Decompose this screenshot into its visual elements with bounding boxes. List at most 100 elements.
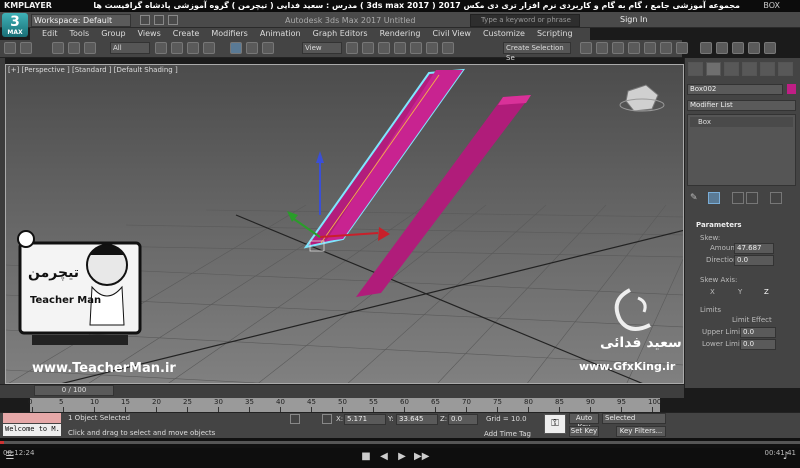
max-app-button[interactable]: 3 MAX — [2, 13, 28, 37]
select-scale-icon[interactable] — [262, 42, 274, 54]
window-crossing-icon[interactable] — [203, 42, 215, 54]
render-frame-icon[interactable] — [732, 42, 744, 54]
limit-effect-checkbox[interactable]: Limit Effect — [732, 316, 772, 324]
axis-z-radio[interactable]: Z — [764, 288, 769, 296]
player-volume-icon[interactable]: ♪ — [780, 451, 792, 463]
create-tab[interactable] — [688, 62, 703, 76]
skewed-box-object[interactable] — [356, 95, 531, 297]
z-coord-field[interactable]: 0.0 — [448, 414, 478, 425]
redo-icon[interactable] — [20, 42, 32, 54]
spinner-snap-icon[interactable] — [442, 42, 454, 54]
rectangle-select-icon[interactable] — [187, 42, 199, 54]
maxscript-listener[interactable]: Welcome to M. — [3, 424, 61, 436]
video-progress-track[interactable] — [0, 441, 800, 444]
unlink-icon[interactable] — [68, 42, 80, 54]
modifier-stack[interactable]: Box — [687, 114, 796, 186]
schematic-view-icon[interactable] — [676, 42, 688, 54]
curve-editor-icon[interactable] — [660, 42, 672, 54]
select-by-name-icon[interactable] — [171, 42, 183, 54]
angle-snap-icon[interactable] — [410, 42, 422, 54]
gizmo-x-arrow-icon[interactable] — [378, 227, 390, 241]
object-color-swatch[interactable] — [787, 84, 796, 94]
track-bar[interactable]: 0 5 10 15 20 25 30 35 40 45 50 55 60 65 70 75 80 85 90 95 10… — [28, 398, 661, 412]
percent-snap-icon[interactable] — [426, 42, 438, 54]
object-name-field[interactable]: Box002 — [687, 84, 783, 95]
render-icon[interactable] — [748, 42, 760, 54]
add-time-tag[interactable]: Add Time Tag — [484, 430, 531, 438]
player-stop-icon[interactable]: ■ — [360, 451, 372, 463]
modifier-list-dropdown[interactable]: Modifier List — [687, 100, 796, 111]
edit-named-sets-icon[interactable] — [580, 42, 592, 54]
bind-space-warp-icon[interactable] — [84, 42, 96, 54]
modify-tab[interactable] — [706, 62, 721, 76]
sign-in-link[interactable]: Sign In — [620, 15, 647, 24]
layer-explorer-icon[interactable] — [628, 42, 640, 54]
menu-civil-view[interactable]: Civil View — [432, 28, 471, 40]
player-play-icon[interactable]: ▶ — [396, 451, 408, 463]
menu-tools[interactable]: Tools — [70, 28, 90, 40]
hierarchy-tab[interactable] — [724, 62, 739, 76]
set-key-icon[interactable]: ⚿ — [544, 414, 566, 434]
modifier-stack-item[interactable]: Box — [690, 117, 793, 127]
menu-rendering[interactable]: Rendering — [380, 28, 421, 40]
material-editor-icon[interactable] — [700, 42, 712, 54]
select-move-icon[interactable] — [230, 42, 242, 54]
maxscript-mini-listener[interactable] — [3, 413, 61, 423]
absolute-mode-icon[interactable] — [322, 414, 332, 424]
link-icon[interactable] — [52, 42, 64, 54]
amount-spinner[interactable]: 47.687 — [734, 243, 774, 254]
direction-spinner[interactable]: 0.0 — [734, 255, 774, 266]
reference-coordinate-dropdown[interactable]: View — [302, 42, 342, 54]
player-settings-icon[interactable]: ☰ — [4, 451, 16, 463]
viewcube-icon[interactable] — [625, 84, 659, 112]
open-file-icon[interactable] — [154, 15, 164, 25]
player-next-icon[interactable]: ▶▶ — [414, 451, 429, 463]
menu-graph-editors[interactable]: Graph Editors — [313, 28, 368, 40]
make-unique-icon[interactable] — [732, 192, 744, 204]
selection-filter-dropdown[interactable]: All — [110, 42, 150, 54]
a360-icon[interactable] — [764, 42, 776, 54]
gizmo-z-arrow-icon[interactable] — [316, 151, 324, 163]
axis-y-radio[interactable]: Y — [738, 288, 742, 296]
menu-modifiers[interactable]: Modifiers — [211, 28, 248, 40]
save-file-icon[interactable] — [168, 15, 178, 25]
render-setup-icon[interactable] — [716, 42, 728, 54]
menu-views[interactable]: Views — [138, 28, 161, 40]
menu-animation[interactable]: Animation — [260, 28, 301, 40]
menu-group[interactable]: Group — [101, 28, 125, 40]
motion-tab[interactable] — [742, 62, 757, 76]
time-slider-frame[interactable]: 0 / 100 — [34, 385, 114, 396]
utilities-tab[interactable] — [778, 62, 793, 76]
menu-create[interactable]: Create — [173, 28, 200, 40]
select-rotate-icon[interactable] — [246, 42, 258, 54]
set-key-button[interactable]: Set Key — [569, 426, 599, 437]
snap-toggle-icon[interactable] — [394, 42, 406, 54]
show-end-result-icon[interactable] — [708, 192, 720, 204]
video-progress[interactable] — [0, 438, 800, 448]
display-tab[interactable] — [760, 62, 775, 76]
key-mode-dropdown[interactable]: Selected — [602, 413, 666, 424]
ribbon-icon[interactable] — [644, 42, 656, 54]
auto-key-button[interactable]: Auto Key — [569, 413, 599, 431]
key-filters-button[interactable]: Key Filters... — [616, 426, 666, 437]
parameters-rollout-header[interactable]: Parameters — [688, 221, 796, 230]
select-object-icon[interactable] — [155, 42, 167, 54]
gizmo-y-axis[interactable] — [290, 216, 321, 238]
keyboard-shortcut-icon[interactable] — [378, 42, 390, 54]
menu-scripting[interactable]: Scripting — [537, 28, 573, 40]
axis-x-radio[interactable]: X — [710, 288, 715, 296]
use-pivot-center-icon[interactable] — [346, 42, 358, 54]
mirror-icon[interactable] — [596, 42, 608, 54]
upper-limit-spinner[interactable]: 0.0 — [740, 327, 776, 338]
select-manipulate-icon[interactable] — [362, 42, 374, 54]
undo-icon[interactable] — [4, 42, 16, 54]
remove-modifier-icon[interactable] — [746, 192, 758, 204]
y-coord-field[interactable]: 33.645 — [396, 414, 438, 425]
lower-limit-spinner[interactable]: 0.0 — [740, 339, 776, 350]
workspace-dropdown[interactable]: Workspace: Default — [31, 14, 131, 27]
configure-sets-icon[interactable] — [770, 192, 782, 204]
new-file-icon[interactable] — [140, 15, 150, 25]
search-input[interactable]: Type a keyword or phrase — [470, 14, 580, 27]
menu-edit[interactable]: Edit — [42, 28, 58, 40]
viewport-label[interactable]: [+] [Perspective ] [Standard ] [Default … — [8, 66, 178, 74]
